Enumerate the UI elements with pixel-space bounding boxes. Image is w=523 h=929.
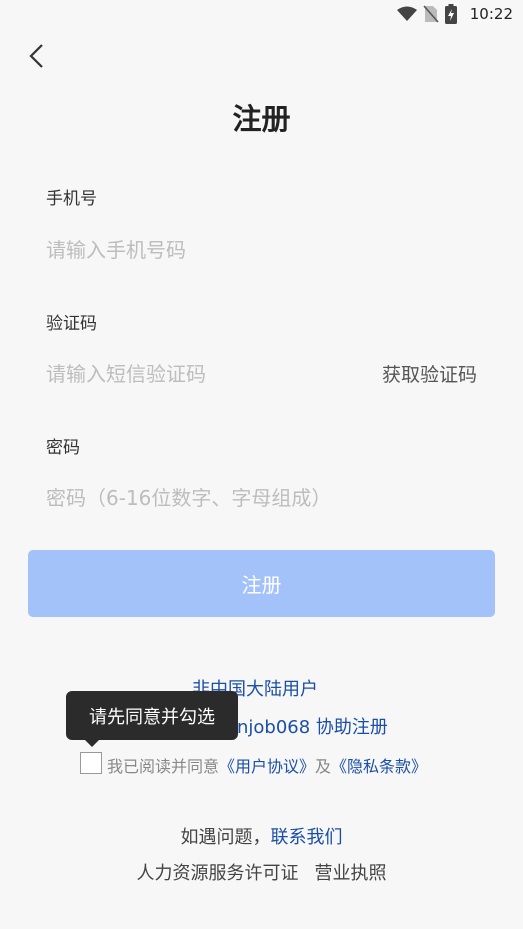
agree-checkbox[interactable]: [80, 752, 102, 774]
password-input[interactable]: [46, 481, 446, 515]
tooltip-arrow: [85, 740, 99, 747]
footer-links: 人力资源服务许可证 营业执照: [0, 859, 523, 885]
agreement-and: 及: [315, 757, 332, 776]
help-line: 如遇问题，联系我们: [0, 823, 523, 849]
status-bar: 10:22: [0, 0, 523, 30]
phone-label: 手机号: [46, 189, 97, 209]
privacy-terms-link[interactable]: 《隐私条款》: [331, 757, 427, 776]
assisted-register-link[interactable]: njob068 协助注册: [237, 713, 388, 739]
user-agreement-link[interactable]: 《用户协议》: [219, 757, 315, 776]
contact-us-link[interactable]: 联系我们: [271, 827, 343, 848]
business-license-link[interactable]: 营业执照: [315, 863, 387, 884]
back-button[interactable]: [26, 42, 50, 70]
agreement-prefix: 我已阅读并同意: [107, 757, 220, 776]
hr-license-link[interactable]: 人力资源服务许可证: [137, 863, 299, 884]
get-code-button[interactable]: 获取验证码: [382, 360, 477, 387]
password-label: 密码: [46, 438, 80, 458]
code-input[interactable]: [46, 357, 346, 391]
chevron-left-icon: [29, 44, 43, 68]
status-time: 10:22: [469, 5, 513, 23]
agree-tooltip: 请先同意并勾选: [66, 691, 238, 740]
phone-input[interactable]: [46, 233, 366, 267]
register-button[interactable]: 注册: [28, 550, 495, 617]
status-icons: [397, 4, 457, 24]
help-prefix: 如遇问题，: [180, 827, 271, 848]
no-sim-icon: [423, 5, 439, 23]
page-title: 注册: [232, 102, 291, 136]
battery-charging-icon: [445, 4, 457, 24]
agreement-text: 我已阅读并同意《用户协议》及《隐私条款》: [107, 753, 427, 777]
wifi-icon: [397, 6, 417, 21]
code-label: 验证码: [46, 314, 97, 334]
